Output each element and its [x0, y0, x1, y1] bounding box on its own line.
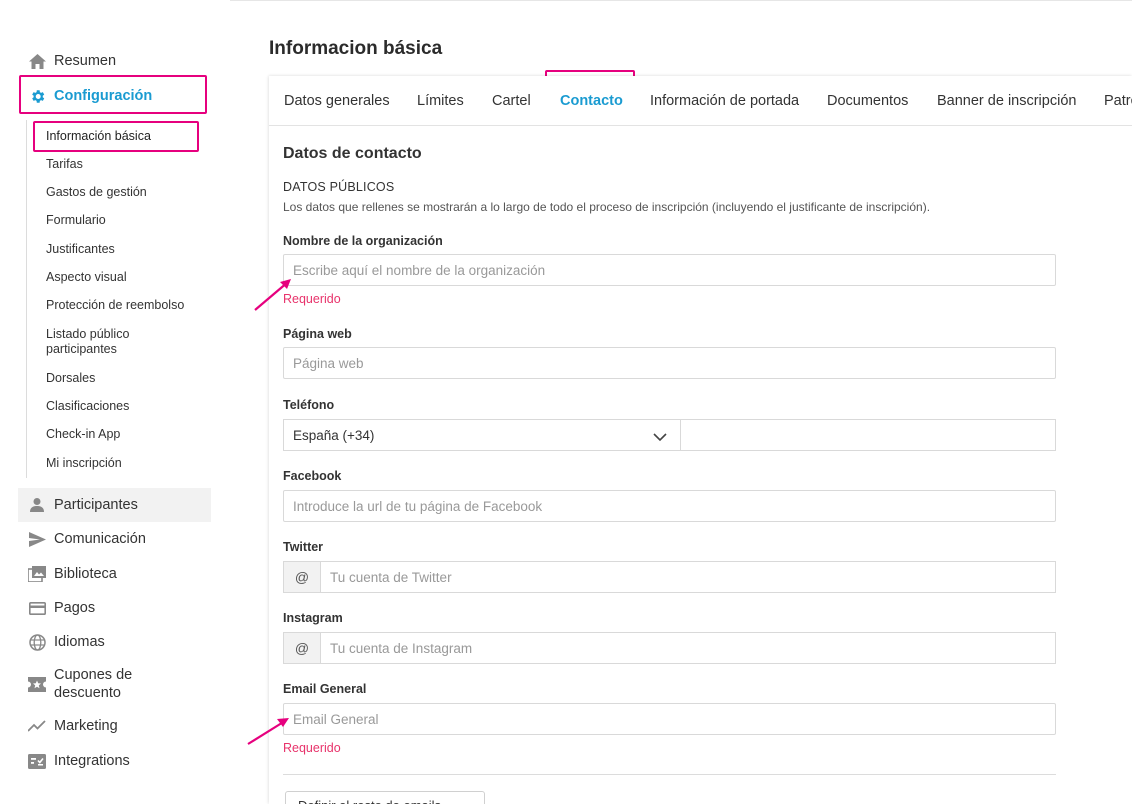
phone-country-select[interactable]: España (+34) [283, 419, 681, 451]
content-card: Datos generales Límites Cartel Contacto … [269, 76, 1132, 804]
phone-label: Teléfono [283, 398, 335, 412]
twitter-input-group: @ Tu cuenta de Twitter [283, 561, 1056, 593]
person-icon [28, 496, 46, 514]
trending-icon [28, 717, 46, 735]
sidebar-item-biblioteca[interactable]: Biblioteca [18, 557, 211, 591]
submenu-item-informacion-basica[interactable]: Información básica [46, 129, 151, 144]
org-name-label: Nombre de la organización [283, 234, 443, 248]
credit-card-icon [28, 599, 46, 617]
at-sign-addon: @ [284, 562, 321, 592]
sidebar-item-label: Participantes [54, 497, 138, 513]
tab-informacion-portada[interactable]: Información de portada [650, 76, 799, 126]
instagram-input[interactable]: Tu cuenta de Instagram [321, 633, 1055, 663]
phone-number-input[interactable] [680, 419, 1056, 451]
sidebar-item-idiomas[interactable]: Idiomas [18, 625, 211, 659]
sidebar: Resumen Configuración Información básica… [0, 0, 230, 804]
twitter-label: Twitter [283, 540, 324, 554]
submenu-item-aspecto-visual[interactable]: Aspecto visual [46, 270, 127, 285]
tab-limites[interactable]: Límites [417, 76, 464, 126]
sidebar-item-label: Comunicación [54, 531, 146, 547]
image-library-icon [28, 565, 46, 583]
email-label: Email General [283, 682, 367, 696]
tab-datos-generales[interactable]: Datos generales [284, 76, 390, 126]
email-placeholder: Email General [293, 711, 379, 727]
org-name-placeholder: Escribe aquí el nombre de la organizació… [293, 262, 546, 278]
tab-documentos[interactable]: Documentos [827, 76, 908, 126]
annotation-arrow-icon [247, 718, 289, 745]
tab-bar: Datos generales Límites Cartel Contacto … [269, 76, 1132, 126]
website-label: Página web [283, 327, 352, 341]
sidebar-item-label: Resumen [54, 53, 117, 69]
instagram-placeholder: Tu cuenta de Instagram [330, 640, 473, 656]
sidebar-item-label: Marketing [54, 718, 118, 734]
divider [283, 774, 1056, 775]
globe-icon [28, 633, 46, 651]
sidebar-item-configuracion[interactable]: Configuración [18, 79, 211, 113]
public-data-label: DATOS PÚBLICOS [283, 180, 395, 194]
submenu-item-tarifas[interactable]: Tarifas [46, 157, 83, 172]
tab-contacto[interactable]: Contacto [560, 76, 623, 126]
org-name-input[interactable]: Escribe aquí el nombre de la organizació… [283, 254, 1056, 286]
instagram-input-group: @ Tu cuenta de Instagram [283, 632, 1056, 664]
section-title: Datos de contacto [283, 145, 422, 162]
sidebar-item-cupones[interactable]: Cupones de descuento [18, 664, 168, 704]
submenu-item-clasificaciones[interactable]: Clasificaciones [46, 399, 129, 414]
public-data-description: Los datos que rellenes se mostrarán a lo… [283, 200, 931, 214]
twitter-placeholder: Tu cuenta de Twitter [330, 569, 452, 585]
define-more-emails-button[interactable]: Definir el resto de emails ⌄ [285, 791, 485, 804]
phone-country-value: España (+34) [293, 427, 375, 443]
twitter-input[interactable]: Tu cuenta de Twitter [321, 562, 1055, 592]
sidebar-item-label: Pagos [54, 600, 96, 616]
facebook-input[interactable]: Introduce la url de tu página de Faceboo… [283, 490, 1056, 522]
sidebar-item-marketing[interactable]: Marketing [18, 709, 211, 743]
sidebar-item-pagos[interactable]: Pagos [18, 591, 211, 625]
tab-banner-inscripcion[interactable]: Banner de inscripción [937, 76, 1076, 126]
submenu-item-dorsales[interactable]: Dorsales [46, 371, 95, 386]
send-icon [28, 530, 46, 548]
website-input[interactable]: Página web [283, 347, 1056, 379]
page-title: Informacion básica [269, 38, 443, 59]
home-icon [28, 52, 46, 70]
tab-cartel[interactable]: Cartel [492, 76, 531, 126]
gear-icon [28, 87, 46, 105]
sidebar-item-comunicacion[interactable]: Comunicación [18, 522, 211, 556]
chevron-down-icon [653, 430, 667, 445]
facebook-label: Facebook [283, 469, 342, 483]
sidebar-item-label: Integrations [54, 753, 130, 769]
sidebar-item-label: Cupones de descuento [54, 667, 133, 701]
submenu-item-gastos-gestion[interactable]: Gastos de gestión [46, 185, 147, 200]
sidebar-item-label: Idiomas [54, 634, 105, 650]
facebook-placeholder: Introduce la url de tu página de Faceboo… [293, 498, 543, 514]
integrations-icon [28, 752, 46, 770]
configuracion-submenu: Información básica Tarifas Gastos de ges… [26, 120, 211, 478]
submenu-item-checkin-app[interactable]: Check-in App [46, 427, 120, 442]
email-input[interactable]: Email General [283, 703, 1056, 735]
sidebar-item-participantes[interactable]: Participantes [18, 488, 211, 522]
submenu-item-listado-publico[interactable]: Listado público participantes [46, 327, 156, 357]
instagram-label: Instagram [283, 611, 343, 625]
submenu-item-proteccion-reembolso[interactable]: Protección de reembolso [46, 298, 184, 313]
tab-patrocinadores[interactable]: Patro [1104, 76, 1132, 126]
submenu-item-mi-inscripcion[interactable]: Mi inscripción [46, 456, 122, 471]
annotation-arrow-icon [254, 279, 291, 311]
sidebar-item-label: Configuración [54, 88, 153, 104]
at-sign-addon: @ [284, 633, 321, 663]
website-placeholder: Página web [293, 355, 364, 371]
submenu-item-justificantes[interactable]: Justificantes [46, 242, 115, 257]
sidebar-item-integrations[interactable]: Integrations [18, 744, 211, 778]
sidebar-item-resumen[interactable]: Resumen [18, 44, 211, 78]
submenu-item-formulario[interactable]: Formulario [46, 213, 106, 228]
ticket-star-icon [28, 675, 46, 693]
sidebar-item-label: Biblioteca [54, 566, 117, 582]
